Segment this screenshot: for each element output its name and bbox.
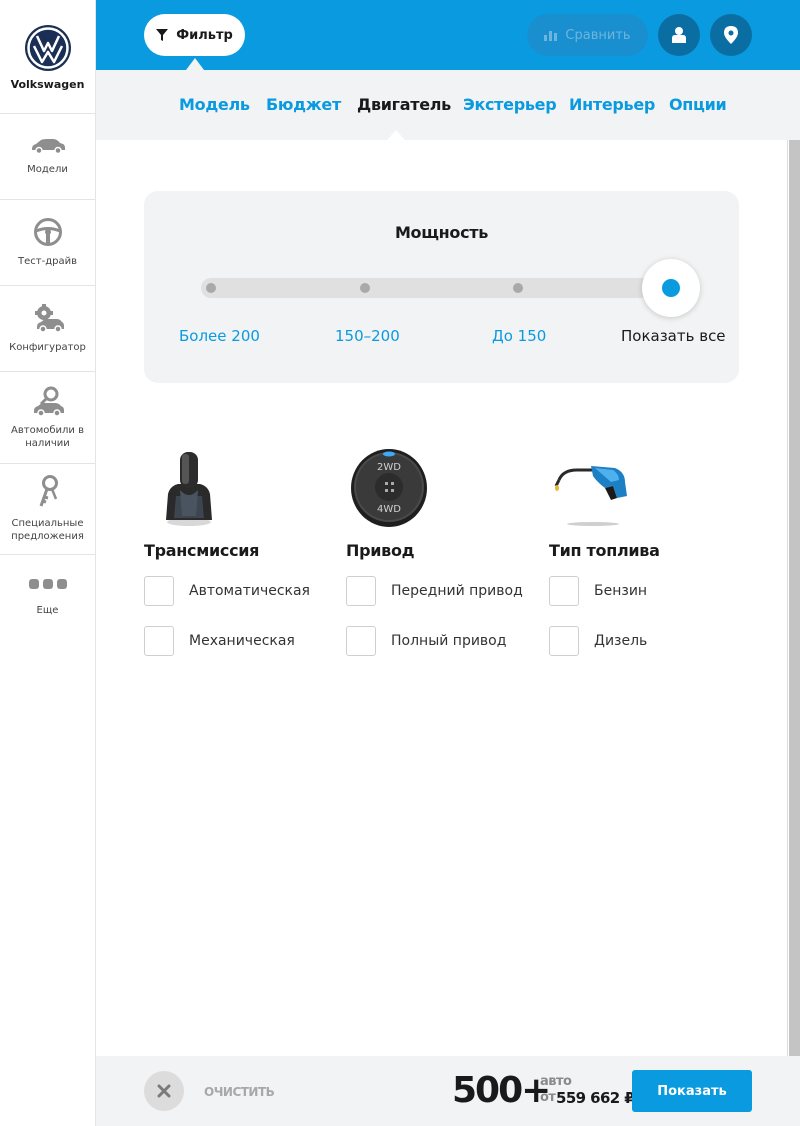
sidebar-item-models[interactable]: Модели xyxy=(0,114,95,200)
filter-button[interactable]: Фильтр xyxy=(144,14,245,56)
option-front-wheel[interactable]: Передний привод xyxy=(346,576,526,606)
sidebar-item-label: Тест-драйв xyxy=(18,256,77,267)
sidebar-item-label: Автомобили в наличии xyxy=(11,424,84,449)
sidebar: Volkswagen Модели Тест-драйв Конфигурато… xyxy=(0,0,96,1126)
close-icon xyxy=(157,1084,171,1098)
tab-exterior[interactable]: Экстерьер xyxy=(463,95,557,114)
active-tab-caret xyxy=(387,130,405,140)
power-slider-stop[interactable] xyxy=(513,283,523,293)
power-stop-150-200[interactable]: 150–200 xyxy=(335,327,400,345)
min-price: 559 662 ₽ xyxy=(556,1089,635,1107)
power-panel: Мощность Более 200 150–200 До 150 Показа… xyxy=(144,191,739,383)
sidebar-item-configurator[interactable]: Конфигуратор xyxy=(0,286,95,372)
checkbox[interactable] xyxy=(346,626,376,656)
dial-bottom-label: 4WD xyxy=(377,504,401,515)
sidebar-item-special-offers[interactable]: Специальные предложения xyxy=(0,464,95,555)
from-label: от xyxy=(540,1090,556,1105)
power-slider-stop[interactable] xyxy=(206,283,216,293)
option-label: Автоматическая xyxy=(189,583,310,599)
option-all-wheel[interactable]: Полный привод xyxy=(346,626,526,656)
filter-tabs: Модель Бюджет Двигатель Экстерьер Интерь… xyxy=(96,70,800,140)
top-bar: Фильтр Сравнить xyxy=(96,0,800,70)
filter-label: Фильтр xyxy=(176,27,233,43)
tab-model[interactable]: Модель xyxy=(179,95,250,114)
drive-filter: 2WD 4WD Привод Передний привод Полный пр… xyxy=(346,440,526,656)
brand-name: Volkswagen xyxy=(10,78,85,91)
power-title: Мощность xyxy=(394,223,489,242)
checkbox[interactable] xyxy=(144,626,174,656)
option-label: Передний привод xyxy=(391,583,523,599)
sidebar-item-more[interactable]: Еще xyxy=(0,555,95,639)
option-petrol[interactable]: Бензин xyxy=(549,576,729,606)
power-stop-show-all[interactable]: Показать все xyxy=(621,327,726,345)
fuel-nozzle-icon xyxy=(549,440,729,532)
checkbox[interactable] xyxy=(144,576,174,606)
dial-top-label: 2WD xyxy=(377,462,401,473)
result-count: 500+ xyxy=(452,1070,551,1111)
drive-selector-icon: 2WD 4WD xyxy=(346,440,526,532)
user-icon xyxy=(672,27,686,43)
compare-button[interactable]: Сравнить xyxy=(527,14,648,56)
sidebar-item-label: Конфигуратор xyxy=(9,342,86,353)
configurator-icon xyxy=(34,304,64,333)
scrollbar-thumb[interactable] xyxy=(789,140,800,1056)
option-label: Дизель xyxy=(594,633,648,649)
location-button[interactable] xyxy=(710,14,752,56)
option-label: Механическая xyxy=(189,633,295,649)
brand-logo[interactable]: Volkswagen xyxy=(0,0,95,114)
user-button[interactable] xyxy=(658,14,700,56)
clear-button[interactable] xyxy=(144,1071,184,1111)
scrollbar[interactable] xyxy=(787,140,800,1056)
transmission-filter: Трансмиссия Автоматическая Механическая xyxy=(144,440,324,656)
fuel-type-title: Тип топлива xyxy=(549,541,660,560)
option-label: Бензин xyxy=(594,583,648,599)
keys-icon xyxy=(39,475,58,507)
clear-label[interactable]: ОЧИСТИТЬ xyxy=(204,1085,275,1099)
power-stop-over-200[interactable]: Более 200 xyxy=(179,327,260,345)
filter-caret xyxy=(186,58,204,70)
sidebar-item-label: Специальные предложения xyxy=(11,518,84,542)
bar-chart-icon xyxy=(544,31,558,41)
option-automatic[interactable]: Автоматическая xyxy=(144,576,324,606)
checkbox[interactable] xyxy=(549,626,579,656)
option-label: Полный привод xyxy=(391,633,507,649)
car-key-icon xyxy=(33,386,64,416)
compare-label: Сравнить xyxy=(565,27,631,43)
bottom-bar: ОЧИСТИТЬ 500+ авто от 559 662 ₽ Показать xyxy=(96,1056,800,1126)
steering-wheel-icon xyxy=(33,218,62,246)
sidebar-item-label: Еще xyxy=(36,604,59,616)
power-slider-handle[interactable] xyxy=(642,259,700,317)
gear-shifter-icon xyxy=(144,440,324,532)
tab-engine[interactable]: Двигатель xyxy=(357,95,451,114)
vw-logo-icon xyxy=(24,25,71,71)
option-diesel[interactable]: Дизель xyxy=(549,626,729,656)
auto-label: авто xyxy=(540,1074,572,1089)
drive-title: Привод xyxy=(346,541,415,560)
car-icon xyxy=(31,139,65,155)
location-pin-icon xyxy=(724,26,738,44)
option-manual[interactable]: Механическая xyxy=(144,626,324,656)
checkbox[interactable] xyxy=(346,576,376,606)
filter-funnel-icon xyxy=(156,29,169,41)
power-stop-under-150[interactable]: До 150 xyxy=(492,327,546,345)
sidebar-item-test-drive[interactable]: Тест-драйв xyxy=(0,200,95,286)
show-results-button[interactable]: Показать xyxy=(632,1070,752,1112)
sidebar-item-label: Модели xyxy=(27,164,68,175)
checkbox[interactable] xyxy=(549,576,579,606)
more-dots-icon xyxy=(28,578,67,589)
sidebar-item-in-stock[interactable]: Автомобили в наличии xyxy=(0,372,95,464)
tab-options[interactable]: Опции xyxy=(669,95,727,114)
tab-interior[interactable]: Интерьер xyxy=(569,95,655,114)
tab-budget[interactable]: Бюджет xyxy=(266,95,341,114)
power-slider-stop[interactable] xyxy=(360,283,370,293)
fuel-type-filter: Тип топлива Бензин Дизель xyxy=(549,440,729,656)
power-slider-track[interactable] xyxy=(201,278,671,298)
transmission-title: Трансмиссия xyxy=(144,541,260,560)
